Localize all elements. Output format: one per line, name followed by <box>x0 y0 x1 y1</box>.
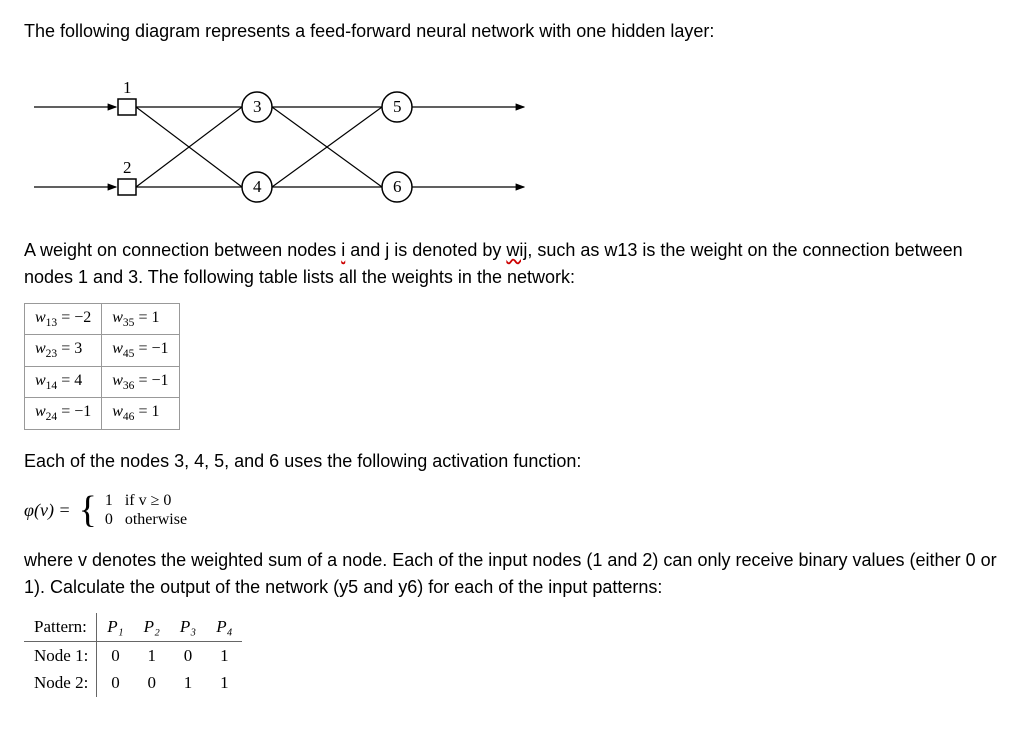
pattern-table: Pattern: P₁ P₂ P₃ P₄ Node 1: 0 1 0 1 Nod… <box>24 613 242 697</box>
activation-intro: Each of the nodes 3, 4, 5, and 6 uses th… <box>24 448 1000 475</box>
node-label-1: 1 <box>123 78 132 97</box>
node-label-3: 3 <box>253 97 262 116</box>
tail-text: where v denotes the weighted sum of a no… <box>24 547 1000 601</box>
weights-table: w13 = −2 w35 = 1 w23 = 3 w45 = −1 w14 = … <box>24 303 180 430</box>
weights-intro: A weight on connection between nodes i a… <box>24 237 1000 291</box>
activation-function: φ(v) = { 1 if v ≥ 0 0 otherwise <box>24 491 1000 529</box>
node-label-2: 2 <box>123 158 132 177</box>
network-diagram: 1 2 3 4 5 6 <box>24 57 584 207</box>
node-label-5: 5 <box>393 97 402 116</box>
node-label-6: 6 <box>393 177 402 196</box>
node-label-4: 4 <box>253 177 262 196</box>
intro-text: The following diagram represents a feed-… <box>24 18 1000 45</box>
